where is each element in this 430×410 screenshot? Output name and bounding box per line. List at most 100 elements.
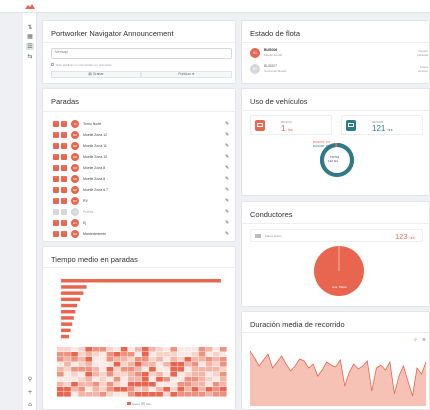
heatmap-cell — [191, 382, 199, 387]
stop-row[interactable]: ˅ ˄ MA Mantenimiento ✎ — [53, 230, 265, 238]
edit-icon[interactable]: ✎ — [225, 165, 229, 171]
chevron-up-icon[interactable]: ˄ — [61, 198, 67, 204]
heatmap-cell — [198, 382, 206, 387]
chevron-up-icon[interactable]: ˄ — [61, 231, 67, 237]
chevron-down-icon[interactable]: ˅ — [53, 198, 59, 204]
top-bar — [0, 0, 430, 13]
heatmap-cell — [142, 392, 149, 397]
chevron-down-icon[interactable]: ˅ — [53, 121, 59, 127]
swap-icon[interactable]: ⇅ — [26, 24, 34, 31]
stop-row[interactable]: ˅ ˄ MZ Muelle Zona 8 ✎ — [53, 164, 265, 172]
heatmap-cell — [120, 367, 128, 372]
divider — [43, 42, 235, 43]
divider — [43, 111, 235, 112]
chevron-up-icon[interactable]: ˄ — [61, 187, 67, 193]
fleet-vehicle-status: Fuera servicio — [417, 65, 428, 73]
stop-row[interactable]: ˅ ˄ MZ Muelle Zona 11 ✎ — [53, 142, 265, 150]
heatmap-cell — [120, 352, 128, 357]
chevron-up-icon[interactable]: ˄ — [61, 220, 67, 226]
heatmap-cell — [78, 377, 85, 382]
stop-row[interactable]: ˅ ˄ EJ Ej ✎ — [53, 219, 265, 227]
heatmap-cell — [92, 362, 100, 367]
chevron-up-icon[interactable]: ˄ — [61, 154, 67, 160]
heatmap-cell — [163, 387, 170, 392]
chevron-down-icon[interactable]: ˅ — [53, 187, 59, 193]
heatmap-cell — [149, 387, 156, 392]
heatmap-cell — [163, 377, 170, 382]
heatmap-cell — [99, 347, 107, 352]
message-input[interactable]: Mensaje — [51, 48, 232, 59]
heatmap-cell — [71, 347, 78, 352]
chevron-up-icon[interactable]: ˄ — [61, 176, 67, 182]
chevron-up-icon[interactable]: ˄ — [61, 132, 67, 138]
chevron-down-icon[interactable]: ˅ — [53, 209, 59, 215]
edit-icon[interactable]: ✎ — [225, 154, 229, 160]
heatmap-cell — [205, 392, 213, 397]
heatmap-cell — [149, 347, 156, 352]
edit-icon[interactable]: ✎ — [225, 198, 229, 204]
stop-row[interactable]: ˅ ˄ MZ Muelle Zona 12 ✎ — [53, 131, 265, 139]
grid-icon[interactable]: ▦ — [26, 33, 34, 40]
chevron-down-icon[interactable]: ˅ — [53, 176, 59, 182]
heatmap-cell — [71, 377, 78, 382]
fleet-vehicle-name[interactable]: BUS007 — [264, 64, 277, 68]
heatmap-cell — [191, 352, 199, 357]
stop-row[interactable]: ˅ ˄ TA Torno Norte ✎ — [53, 120, 265, 128]
heatmap-cell — [78, 347, 85, 352]
heatmap-cell — [78, 352, 85, 357]
user-icon[interactable]: ⚲ — [26, 376, 34, 383]
edit-icon[interactable]: ✎ — [225, 231, 229, 237]
heatmap-cell — [106, 377, 114, 382]
heatmap-cell — [127, 347, 135, 352]
stop-label: Mantenimiento — [83, 232, 106, 236]
heatmap-cell — [64, 357, 71, 362]
heatmap-cell — [205, 387, 213, 392]
home-icon[interactable]: ⌂ — [26, 401, 34, 408]
heatmap-cell — [78, 387, 85, 392]
bus-window — [257, 123, 263, 127]
zoom-icon[interactable]: ⚲ — [414, 337, 417, 342]
edit-icon[interactable]: ✎ — [225, 176, 229, 182]
edit-icon[interactable]: ✎ — [225, 187, 229, 193]
heatmap-cell — [156, 392, 163, 397]
heatmap-cell — [177, 372, 185, 377]
edit-icon[interactable]: ✎ — [225, 143, 229, 149]
chevron-up-icon[interactable]: ˄ — [61, 165, 67, 171]
heatmap-cell — [191, 347, 199, 352]
heatmap-cell — [57, 352, 64, 357]
chevron-down-icon[interactable]: ˅ — [53, 132, 59, 138]
heatmap-cell — [99, 392, 107, 397]
tab-icon[interactable]: ⇆ — [26, 53, 34, 60]
save-button[interactable]: ▤ Grabar — [51, 71, 141, 78]
chevron-up-icon[interactable]: ˄ — [61, 209, 67, 215]
stop-row[interactable]: ˅ ˄ MZ Muelle Zona 6 7 ✎ — [53, 186, 265, 194]
stop-badge: EJ — [71, 219, 79, 227]
stop-row[interactable]: ˅ ˄ RV RV ✎ — [53, 197, 265, 205]
download-icon[interactable]: ☰ — [422, 337, 426, 342]
chevron-up-icon[interactable]: ˄ — [61, 121, 67, 127]
chevron-down-icon[interactable]: ˅ — [53, 143, 59, 149]
chevron-down-icon[interactable]: ˅ — [53, 165, 59, 171]
chevron-down-icon[interactable]: ˅ — [53, 154, 59, 160]
stop-row[interactable]: ˅ ˄ P Puerta ✎ — [53, 208, 265, 216]
chevron-up-icon[interactable]: ˄ — [61, 143, 67, 149]
heatmap-cell — [212, 347, 220, 352]
edit-icon[interactable]: ✎ — [225, 220, 229, 226]
fleet-vehicle-name[interactable]: BUS006 — [264, 48, 277, 52]
publish-button[interactable]: Publicar ➤ — [141, 71, 232, 78]
stop-row[interactable]: ˅ ˄ MZ Muelle Zona 10 ✎ — [53, 153, 265, 161]
heatmap-cell — [149, 352, 156, 357]
stop-row[interactable]: ˅ ˄ MZ Muelle Zona 8 ✎ — [53, 175, 265, 183]
only-connected-checkbox[interactable] — [51, 63, 54, 66]
heatmap-cell — [134, 352, 142, 357]
plus-icon[interactable]: + — [26, 389, 34, 396]
stop-badge: MZ — [71, 186, 79, 194]
list-icon[interactable]: ☰ — [26, 43, 34, 50]
chevron-down-icon[interactable]: ˅ — [53, 231, 59, 237]
edit-icon[interactable]: ✎ — [225, 209, 229, 215]
logo-mark-icon[interactable] — [25, 4, 35, 9]
edit-icon[interactable]: ✎ — [225, 132, 229, 138]
edit-icon[interactable]: ✎ — [225, 121, 229, 127]
chevron-down-icon[interactable]: ˅ — [53, 220, 59, 226]
heatmap-cell — [134, 347, 142, 352]
